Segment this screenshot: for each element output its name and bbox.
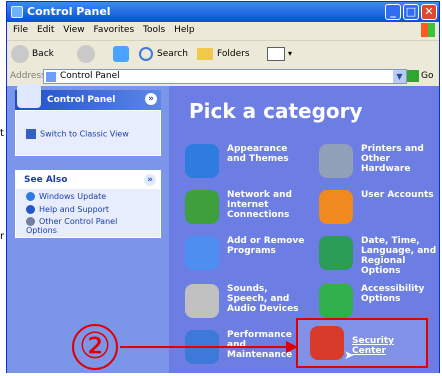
collapse-chevron-icon[interactable]: » [145,93,157,105]
category-label: Sounds, Speech, and Audio Devices [227,284,299,314]
see-also-item-label: Windows Update [39,192,107,201]
go-label: Go [421,71,434,81]
menu-file[interactable]: File [13,25,28,35]
see-also-help-and-support[interactable]: Help and Support [26,205,109,214]
see-also-header: See Also » [16,171,160,189]
views-dropdown-icon: ▾ [288,49,293,58]
step-number-annotation: ② [72,324,118,370]
search-label: Search [157,49,188,59]
menu-bar: File Edit View Favorites Tools Help [7,22,439,39]
control-panel-panel-header: Control Panel » [15,84,161,110]
annotation-arrow-line [120,346,290,348]
speaker-icon [185,284,219,318]
control-panel-icon [11,6,23,18]
close-button[interactable]: ✕ [421,4,437,20]
see-also-windows-update[interactable]: Windows Update [26,192,106,201]
security-center-highlight: Security Center ➤ [296,318,428,368]
category-label: Accessibility Options [361,284,425,304]
category-label: Add or Remove Programs [227,236,305,256]
see-also-item-label: Other Control Panel Options [26,217,118,235]
menu-edit[interactable]: Edit [37,25,54,35]
outside-text-fragment: r [0,231,5,242]
mouse-cursor-icon: ➤ [344,348,355,362]
see-also-other-options[interactable]: Other Control Panel Options [26,217,146,235]
window-title: Control Panel [27,5,111,18]
help-icon [26,205,35,214]
category-label: Appearance and Themes [227,144,289,164]
views-icon [267,47,285,61]
folders-label: Folders [217,49,250,59]
switch-to-classic-view-link[interactable]: Switch to Classic View [26,129,129,139]
menu-tools[interactable]: Tools [143,25,165,35]
control-panel-panel: Control Panel » Switch to Classic View [15,84,161,156]
back-button[interactable]: Back [11,41,54,67]
see-also-panel: See Also » Windows Update Help and Suppo… [15,170,161,238]
category-network-and-internet[interactable]: Network and Internet Connections [185,190,305,224]
category-printers-and-hardware[interactable]: Printers and Other Hardware [319,144,437,178]
address-bar: Address Control Panel ▼ Go [7,68,439,85]
control-panel-large-icon [17,84,41,108]
menu-view[interactable]: View [63,25,84,35]
menu-favorites[interactable]: Favorites [93,25,134,35]
category-user-accounts[interactable]: User Accounts [319,190,437,224]
printer-icon [319,144,353,178]
other-options-icon [26,217,35,226]
search-button[interactable]: Search [139,41,188,67]
maximize-button[interactable]: □ [403,4,419,20]
windows-update-icon [26,192,35,201]
forward-arrow-icon [77,45,95,63]
category-add-or-remove-programs[interactable]: Add or Remove Programs [185,236,305,270]
title-bar: Control Panel _ □ ✕ [7,2,439,22]
classic-view-icon [26,129,36,139]
annotation-arrow-head [286,341,298,353]
folder-up-icon [113,46,129,62]
category-label: Printers and Other Hardware [361,144,424,174]
category-label: User Accounts [361,190,434,200]
category-sounds-speech-audio[interactable]: Sounds, Speech, and Audio Devices [185,284,305,318]
accessibility-icon [319,284,353,318]
go-arrow-icon [407,69,419,82]
address-input[interactable]: Control Panel ▼ [43,69,407,84]
add-remove-programs-icon [185,236,219,270]
address-value: Control Panel [60,71,120,81]
page-title: Pick a category [189,99,363,123]
category-label: Date, Time, Language, and Regional Optio… [361,236,437,276]
collapse-chevron-icon[interactable]: » [144,174,156,186]
category-label: Network and Internet Connections [227,190,292,220]
see-also-title: See Also [24,175,68,185]
back-label: Back [32,49,54,59]
category-date-time-language[interactable]: Date, Time, Language, and Regional Optio… [319,236,437,276]
folders-button[interactable]: Folders [197,41,250,67]
network-icon [185,190,219,224]
views-button[interactable]: ▾ [267,41,292,67]
search-icon [139,47,153,61]
category-label: Security Center [352,336,395,356]
category-appearance-and-themes[interactable]: Appearance and Themes [185,144,305,178]
go-button[interactable]: Go [407,69,437,84]
panel-title: Control Panel [47,95,116,105]
date-time-globe-icon [319,236,353,270]
address-dropdown-icon[interactable]: ▼ [393,70,406,83]
appearance-themes-icon [185,144,219,178]
outside-text-fragment: t [0,128,4,139]
category-accessibility-options[interactable]: Accessibility Options [319,284,437,318]
security-shield-icon [310,326,344,360]
see-also-item-label: Help and Support [39,205,109,214]
windows-flag-icon [421,23,435,37]
up-button[interactable] [113,41,129,67]
folders-icon [197,48,213,60]
category-security-center[interactable]: Security Center [310,326,420,360]
minimize-button[interactable]: _ [385,4,401,20]
control-panel-small-icon [46,72,56,82]
switch-link-label: Switch to Classic View [40,129,129,139]
address-label: Address [10,71,46,81]
menu-help[interactable]: Help [174,25,195,35]
toolbar: Back Search Folders ▾ [7,40,439,67]
forward-button[interactable] [77,41,98,67]
back-arrow-icon [11,45,29,63]
user-accounts-icon [319,190,353,224]
